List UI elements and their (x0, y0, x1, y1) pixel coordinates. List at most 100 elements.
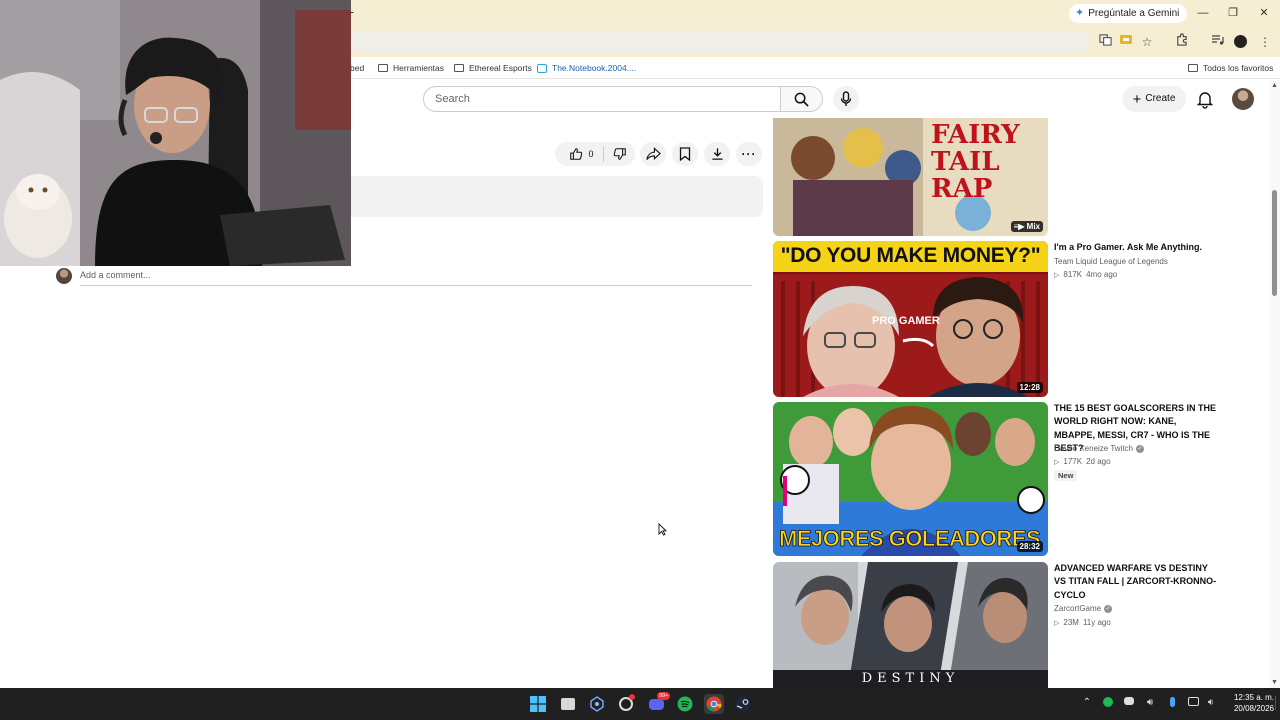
thumbnail-overlay-text: FAIRY TAIL RAP (931, 120, 1020, 204)
save-button[interactable] (672, 142, 698, 166)
search-button[interactable] (781, 86, 823, 112)
video-meta: ▷ 817K 4mo ago (1054, 270, 1117, 279)
address-bar[interactable] (350, 31, 1090, 53)
show-desktop-button[interactable] (1275, 696, 1279, 710)
spotify-icon[interactable] (675, 694, 695, 714)
tray-discord-icon[interactable] (1121, 697, 1137, 708)
scroll-up-arrow-icon[interactable]: ▲ (1271, 82, 1278, 89)
search-input[interactable]: Search (423, 86, 781, 112)
network-icon[interactable] (1185, 697, 1201, 709)
create-button[interactable]: + Create (1122, 86, 1186, 112)
channel-name: Team Liquid League of Legends (1054, 257, 1168, 266)
gemini-sparkle-icon: ✦ (1075, 7, 1085, 19)
volume-icon[interactable]: 🔊︎ (1142, 697, 1158, 708)
video-title[interactable]: I'm a Pro Gamer. Ask Me Anything. (1054, 241, 1219, 254)
steam-icon[interactable] (733, 694, 753, 714)
account-avatar[interactable] (1232, 88, 1254, 110)
thumbnail-overlay-text: DESTINY (861, 671, 960, 686)
thumbnail-sub-text: PRO GAMER (872, 315, 940, 327)
profile-avatar-icon[interactable] (1231, 33, 1249, 51)
cast-save-icon[interactable] (1117, 33, 1135, 51)
thumbs-down-icon (613, 148, 626, 160)
webcam-overlay (0, 0, 351, 266)
discord-icon[interactable]: 99+ (646, 692, 671, 714)
chrome-icon[interactable] (704, 694, 724, 714)
tray-microphone-icon[interactable] (1164, 697, 1180, 710)
windows-start-icon[interactable] (528, 694, 548, 714)
more-horizontal-icon: ··· (741, 147, 757, 161)
bookmark-label: The.Notebook.2004.... (552, 63, 637, 73)
browser-menu-icon[interactable]: ⋮ (1256, 33, 1274, 51)
video-channel[interactable]: Team Liquid League of Legends (1054, 257, 1168, 266)
bookmark-star-icon[interactable]: ☆ (1138, 33, 1156, 51)
scrollbar-thumb[interactable] (1272, 190, 1277, 296)
views-play-icon: ▷ (1054, 271, 1060, 279)
comment-avatar (56, 268, 72, 284)
speaker-icon[interactable]: 🔉︎ (1203, 697, 1219, 708)
new-badge: New (1054, 470, 1078, 481)
app-launcher-icon[interactable] (587, 694, 607, 714)
scroll-down-arrow-icon[interactable]: ▼ (1271, 679, 1278, 686)
microphone-icon (840, 91, 852, 106)
more-actions-button[interactable]: ··· (736, 142, 762, 166)
extensions-icon[interactable] (1172, 33, 1190, 51)
thumbnail-image (773, 562, 1048, 688)
video-thumbnail[interactable]: DESTINY (773, 562, 1048, 688)
bookmark-icon (679, 147, 691, 161)
download-button[interactable] (704, 142, 730, 166)
bookmark-item[interactable]: bed (350, 61, 364, 75)
clock-date: 20/08/2026 (1233, 704, 1274, 713)
all-bookmarks-button[interactable]: Todos los favoritos (1188, 61, 1273, 75)
views-play-icon: ▷ (1054, 458, 1060, 466)
bookmark-notebook[interactable]: The.Notebook.2004.... (537, 61, 636, 75)
video-channel[interactable]: ZarcortGame ✓ (1054, 604, 1113, 613)
channel-name: ZarcortGame (1054, 604, 1102, 613)
video-age: 11y ago (1082, 618, 1111, 627)
bookmark-folder-ethereal[interactable]: Ethereal Esports (454, 61, 532, 75)
file-explorer-icon[interactable] (558, 694, 578, 714)
page-scrollbar[interactable] (1270, 80, 1280, 688)
tray-spotify-icon[interactable] (1100, 697, 1116, 710)
plus-icon: + (1132, 90, 1142, 108)
bookmark-label: Herramientas (393, 63, 445, 73)
minimize-button[interactable]: — (1193, 4, 1213, 22)
video-duration: 12:28 (1016, 382, 1043, 393)
video-thumbnail[interactable]: FAIRY TAIL RAP ≡▶ Mix (773, 118, 1048, 236)
share-button[interactable] (640, 142, 666, 166)
translate-icon[interactable] (1096, 33, 1114, 51)
webcam-feed-image (0, 0, 351, 266)
video-channel[interactable]: Davoo Xeneize Twitch ✓ (1054, 444, 1145, 453)
media-controls-icon[interactable] (1208, 33, 1226, 51)
verified-check-icon: ✓ (1136, 444, 1145, 453)
notifications-bell-icon[interactable] (1195, 89, 1215, 109)
gemini-button[interactable]: ✦ Pregúntale a Gemini (1069, 4, 1188, 23)
playlist-icon: ≡▶ (1013, 222, 1027, 231)
verified-check-icon: ✓ (1104, 604, 1113, 613)
system-clock[interactable]: 12:35 a. m. 20/08/2026 (1222, 692, 1274, 714)
video-age: 2d ago (1086, 457, 1111, 466)
thumbs-up-icon (570, 148, 583, 160)
add-comment-input[interactable]: Add a comment... (80, 268, 752, 286)
like-count: 0 (588, 149, 594, 159)
folder-icon (1188, 64, 1198, 72)
obs-icon[interactable] (616, 694, 636, 714)
dislike-button[interactable] (604, 147, 627, 161)
bookmark-folder-herramientas[interactable]: Herramientas (378, 61, 444, 75)
maximize-button[interactable]: ❐ (1223, 4, 1243, 22)
mouse-cursor-icon (658, 523, 667, 536)
folder-icon (454, 64, 464, 72)
tray-overflow-icon[interactable]: ⌃ (1079, 697, 1095, 708)
channel-name: Davoo Xeneize Twitch (1054, 444, 1134, 453)
voice-search-button[interactable] (833, 86, 859, 112)
close-window-button[interactable]: ✕ (1254, 4, 1274, 22)
like-button[interactable]: 0 (563, 146, 604, 162)
download-icon (711, 148, 723, 160)
video-title[interactable]: ADVANCED WARFARE VS DESTINY VS TITAN FAL… (1054, 562, 1219, 602)
video-views: 23M (1063, 618, 1079, 627)
mix-badge-label: Mix (1026, 222, 1040, 231)
bookmark-label: bed (350, 63, 365, 73)
video-thumbnail[interactable]: MEJORES GOLEADORES 28:32 (773, 402, 1048, 556)
video-thumbnail[interactable]: "DO YOU MAKE MONEY?" PRO GAMER 12:28 (773, 241, 1048, 397)
video-duration: 28:32 (1016, 541, 1043, 552)
gemini-label: Pregúntale a Gemini (1088, 8, 1180, 19)
